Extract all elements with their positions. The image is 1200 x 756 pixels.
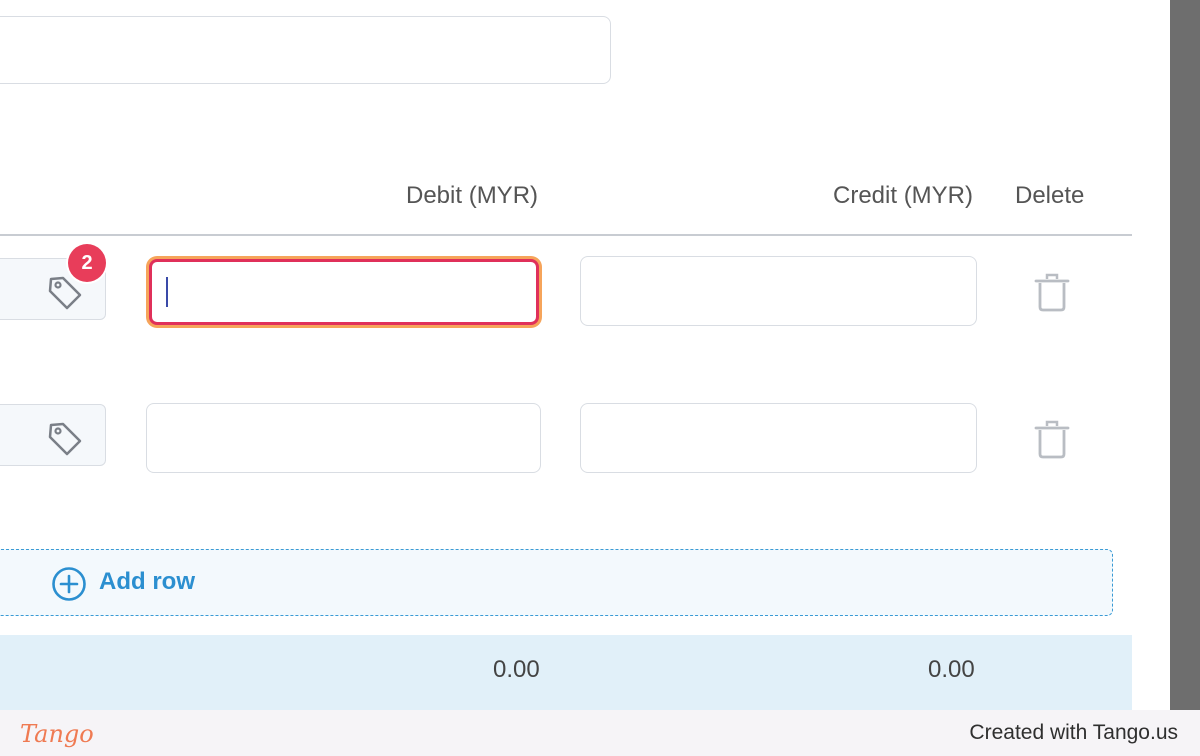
footer-bar: Tango Created with Tango.us bbox=[0, 710, 1200, 756]
total-credit: 0.00 bbox=[928, 656, 975, 683]
tag-count-badge: 2 bbox=[68, 244, 106, 282]
credit-input-row-1[interactable] bbox=[580, 256, 977, 326]
column-header-debit: Debit (MYR) bbox=[406, 182, 539, 209]
scrollbar[interactable] bbox=[1170, 0, 1200, 710]
trash-icon[interactable] bbox=[1034, 273, 1070, 313]
column-header-credit: Credit (MYR) bbox=[833, 182, 974, 209]
column-header-delete: Delete bbox=[1015, 182, 1085, 209]
created-with-tango-text: Created with Tango.us bbox=[969, 721, 1178, 744]
plus-circle-icon bbox=[52, 567, 86, 601]
debit-input-row-1[interactable] bbox=[149, 259, 539, 325]
total-debit: 0.00 bbox=[493, 656, 540, 683]
debit-input-row-2[interactable] bbox=[146, 403, 541, 473]
add-row-label: Add row bbox=[99, 568, 195, 595]
trash-icon[interactable] bbox=[1034, 420, 1070, 460]
credit-input-row-2[interactable] bbox=[580, 403, 977, 473]
tango-logo: Tango bbox=[20, 720, 94, 748]
add-row-button[interactable]: Add row bbox=[0, 549, 1113, 616]
journal-entry-panel: Debit (MYR) Credit (MYR) Delete 2 Add ro… bbox=[0, 0, 1170, 710]
tag-icon bbox=[48, 422, 82, 456]
tag-button-row-2[interactable] bbox=[0, 404, 106, 466]
description-field[interactable] bbox=[0, 16, 611, 84]
text-caret bbox=[166, 277, 168, 307]
header-divider bbox=[0, 234, 1132, 236]
